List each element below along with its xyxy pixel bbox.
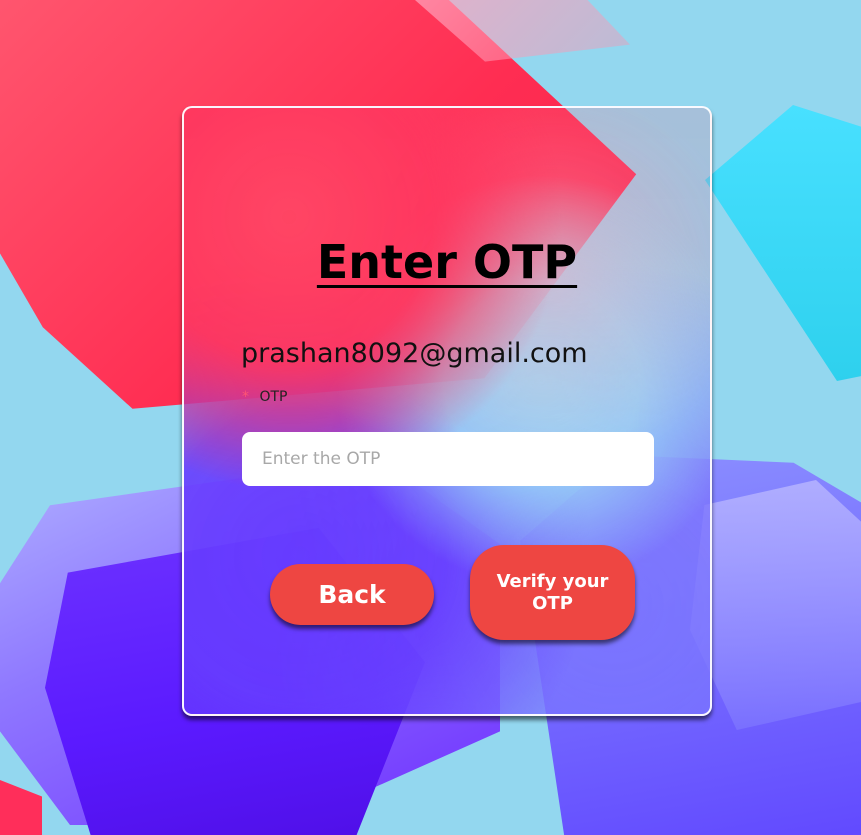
back-button[interactable]: Back <box>270 564 434 625</box>
otp-field-label: * OTP <box>242 390 287 404</box>
email-address: prashan8092@gmail.com <box>241 338 588 369</box>
required-indicator-icon: * <box>242 389 249 405</box>
otp-card: Enter OTP prashan8092@gmail.com * OTP Ba… <box>182 106 712 716</box>
otp-input[interactable] <box>242 432 654 486</box>
verify-otp-button[interactable]: Verify your OTP <box>470 545 635 640</box>
page-title: Enter OTP <box>316 234 578 289</box>
background-bottom-left-shape <box>0 780 42 835</box>
background-cyan-shape <box>705 105 861 381</box>
otp-label-text: OTP <box>259 389 288 405</box>
